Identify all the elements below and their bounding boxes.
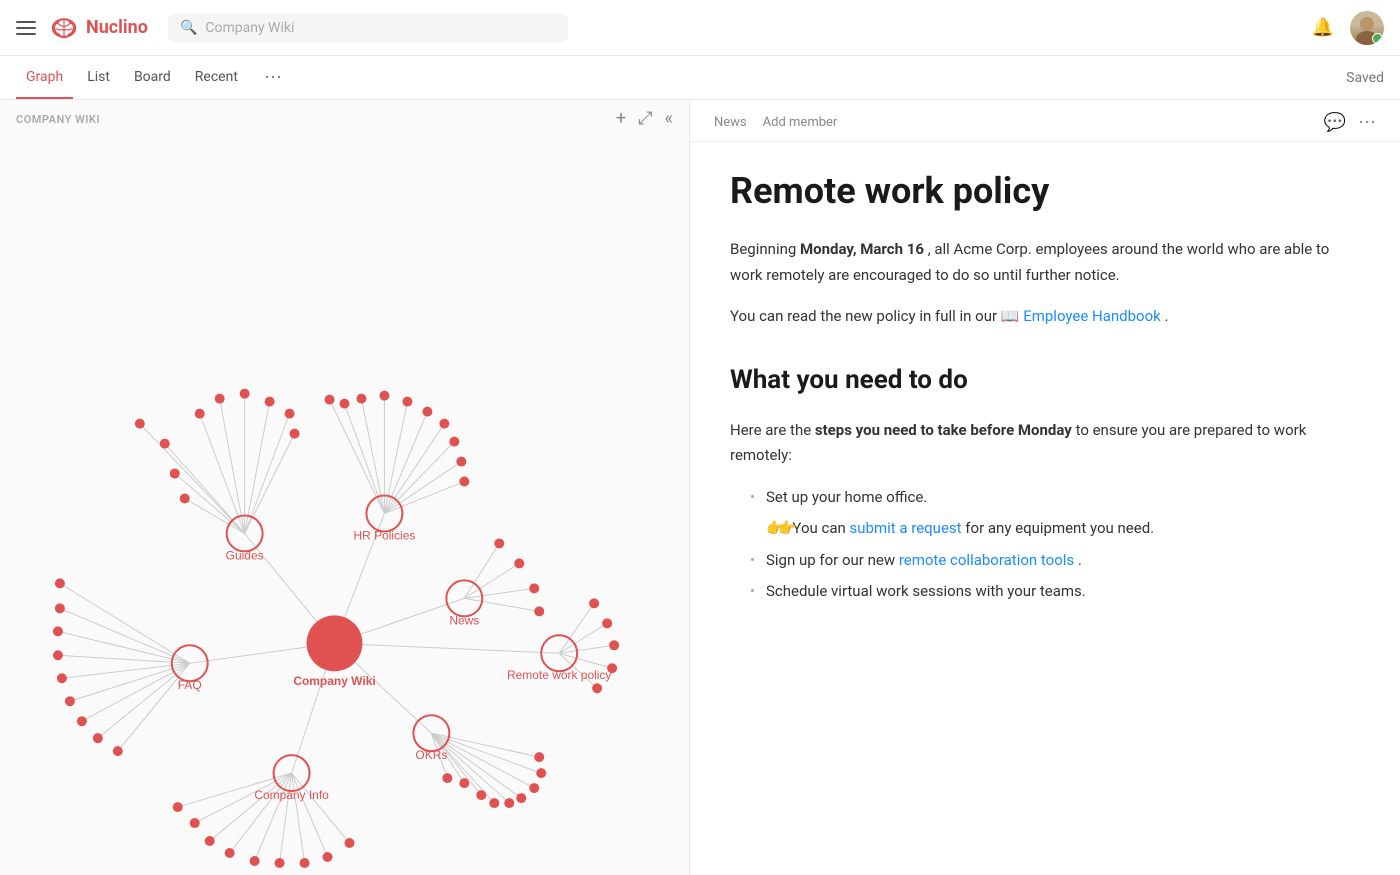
node-label-hr-policies: HR Policies <box>354 528 416 542</box>
node-company-wiki[interactable] <box>307 615 363 671</box>
list-item-text-start: Sign up for our new <box>766 551 899 569</box>
main-area: COMPANY WIKI + ⤢ « <box>0 100 1400 875</box>
doc-panel: News Add member 💬 ⋯ Remote work policy B… <box>690 100 1400 875</box>
section-intro-start: Here are the <box>730 421 815 439</box>
tab-board[interactable]: Board <box>124 57 181 99</box>
collab-tools-link[interactable]: remote collaboration tools <box>899 551 1074 569</box>
graph-panel: COMPANY WIKI + ⤢ « <box>0 100 690 875</box>
node-label-faq: FAQ <box>178 678 202 692</box>
breadcrumb-news[interactable]: News <box>714 115 747 130</box>
saved-status: Saved <box>1346 70 1384 86</box>
list-item-text: Set up your home office. <box>766 488 927 506</box>
tabs-bar: Graph List Board Recent ⋯ Saved <box>0 56 1400 100</box>
section-intro-bold: steps you need to take before Monday <box>815 421 1072 439</box>
graph-panel-header: COMPANY WIKI + ⤢ « <box>0 100 689 138</box>
list-item-virtual-sessions: Schedule virtual work sessions with your… <box>750 579 1360 605</box>
doc-title: Remote work policy <box>730 170 1360 213</box>
node-label-news: News <box>449 613 479 627</box>
breadcrumb-add-member[interactable]: Add member <box>763 115 838 130</box>
graph-visualization: Company Wiki Guides HR Policies News Rem… <box>0 138 689 869</box>
section-what-to-do-title: What you need to do <box>730 358 1360 402</box>
section-intro: Here are the steps you need to take befo… <box>730 418 1360 469</box>
node-label-remote-work: Remote work policy <box>507 668 611 682</box>
submit-request-link[interactable]: submit a request <box>850 519 962 537</box>
logo-text: Nuclino <box>86 17 148 38</box>
expand-button[interactable]: ⤢ <box>638 110 652 128</box>
search-input[interactable]: Company Wiki <box>205 20 294 36</box>
doc-intro-paragraph: Beginning Monday, March 16 , all Acme Co… <box>730 237 1360 288</box>
doc-content: Remote work policy Beginning Monday, Mar… <box>690 142 1400 641</box>
collapse-button[interactable]: « <box>665 110 673 128</box>
list-item-home-office: Set up your home office. <box>750 485 1360 511</box>
navbar: Nuclino 🔍 Company Wiki 🔔 <box>0 0 1400 56</box>
hamburger-button[interactable] <box>16 21 36 35</box>
subitem-text-start: You can <box>792 519 849 537</box>
notification-bell-icon[interactable]: 🔔 <box>1312 17 1334 38</box>
tab-list[interactable]: List <box>77 57 120 99</box>
node-label-company-info: Company Info <box>254 788 329 802</box>
doc-header-actions: 💬 ⋯ <box>1324 112 1376 133</box>
search-icon: 🔍 <box>180 20 197 36</box>
list-item-text-end: . <box>1078 551 1082 569</box>
employee-handbook-link[interactable]: Employee Handbook <box>1023 307 1161 325</box>
handbook-text-start: You can read the new policy in full in o… <box>730 307 1023 325</box>
node-label-okrs: OKRs <box>415 748 447 762</box>
list-item-collab-tools: Sign up for our new remote collaboration… <box>750 548 1360 574</box>
tab-recent[interactable]: Recent <box>185 57 248 99</box>
panel-actions: + ⤢ « <box>616 110 673 128</box>
subitem-text-end: for any equipment you need. <box>965 519 1154 537</box>
intro-text: Beginning <box>730 240 800 258</box>
doc-header-bar: News Add member 💬 ⋯ <box>690 100 1400 142</box>
navbar-right: 🔔 <box>1312 11 1384 45</box>
comment-button[interactable]: 💬 <box>1324 112 1346 133</box>
logo-icon <box>48 15 80 41</box>
handbook-text-end: . <box>1165 307 1169 325</box>
search-bar[interactable]: 🔍 Company Wiki <box>168 14 568 42</box>
tab-graph[interactable]: Graph <box>16 57 73 99</box>
intro-bold-date: Monday, March 16 <box>800 240 924 258</box>
list-item-text: Schedule virtual work sessions with your… <box>766 582 1086 600</box>
node-label-guides: Guides <box>226 548 264 562</box>
doc-body: Beginning Monday, March 16 , all Acme Co… <box>730 237 1360 605</box>
node-label-company-wiki: Company Wiki <box>293 674 375 688</box>
list-subitem-request: 👉 You can submit a request for any equip… <box>766 516 1360 542</box>
handbook-paragraph: You can read the new policy in full in o… <box>730 304 1360 330</box>
more-options-button[interactable]: ⋯ <box>1358 112 1376 133</box>
subitem-prefix: 👉 <box>766 519 785 537</box>
avatar[interactable] <box>1350 11 1384 45</box>
panel-label: COMPANY WIKI <box>16 113 100 126</box>
logo[interactable]: Nuclino <box>48 15 148 41</box>
add-node-button[interactable]: + <box>616 110 626 128</box>
tabs-more-button[interactable]: ⋯ <box>256 67 290 88</box>
action-list: Set up your home office. 👉 You can submi… <box>730 485 1360 605</box>
avatar-image <box>1350 11 1384 45</box>
graph-canvas: Company Wiki Guides HR Policies News Rem… <box>0 138 689 869</box>
